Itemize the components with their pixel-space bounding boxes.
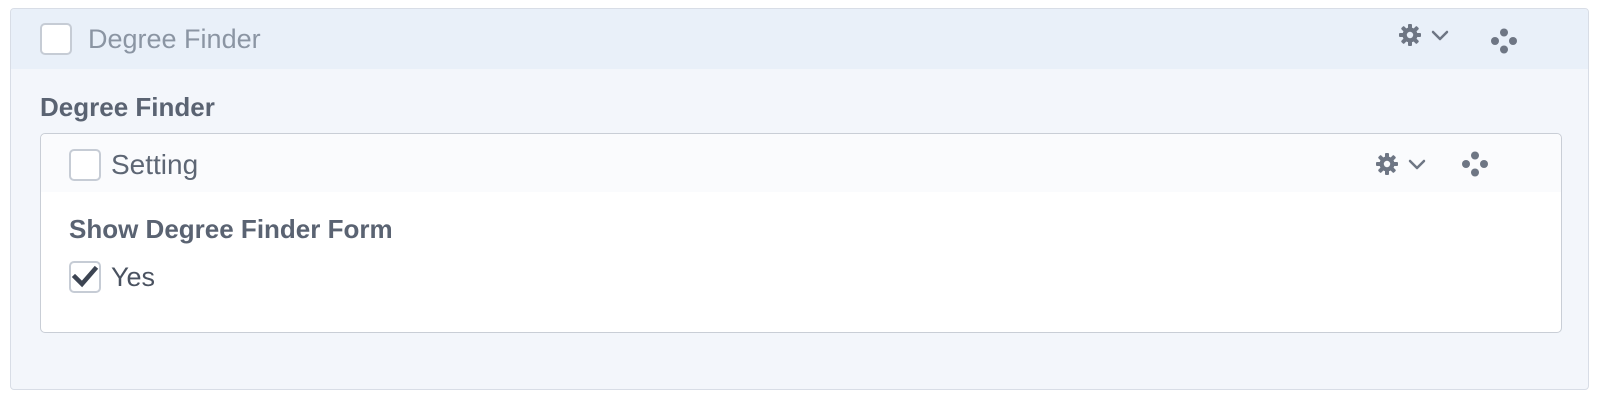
gear-icon[interactable] bbox=[1375, 152, 1399, 176]
chevron-down-icon[interactable] bbox=[1430, 29, 1450, 43]
block-select-checkbox[interactable] bbox=[40, 23, 72, 55]
setting-title: Setting bbox=[111, 149, 199, 180]
yes-checkbox[interactable] bbox=[69, 261, 101, 293]
degree-finder-block: Degree Finder Degree Finder Setting Show… bbox=[10, 8, 1589, 390]
checkmark-icon bbox=[71, 265, 99, 288]
gear-icon[interactable] bbox=[1398, 23, 1422, 47]
chevron-down-icon[interactable] bbox=[1407, 158, 1427, 172]
setting-header: Setting bbox=[41, 134, 1561, 192]
setting-select-checkbox[interactable] bbox=[69, 149, 101, 181]
block-title: Degree Finder bbox=[88, 24, 261, 54]
setting-panel: Setting Show Degree Finder Form Yes bbox=[40, 133, 1562, 333]
yes-option-label: Yes bbox=[111, 262, 156, 292]
drag-handle-icon[interactable] bbox=[1490, 27, 1518, 55]
block-header: Degree Finder bbox=[11, 9, 1588, 69]
section-title: Degree Finder bbox=[40, 92, 215, 122]
drag-handle-icon[interactable] bbox=[1461, 150, 1489, 178]
field-label: Show Degree Finder Form bbox=[69, 214, 393, 244]
